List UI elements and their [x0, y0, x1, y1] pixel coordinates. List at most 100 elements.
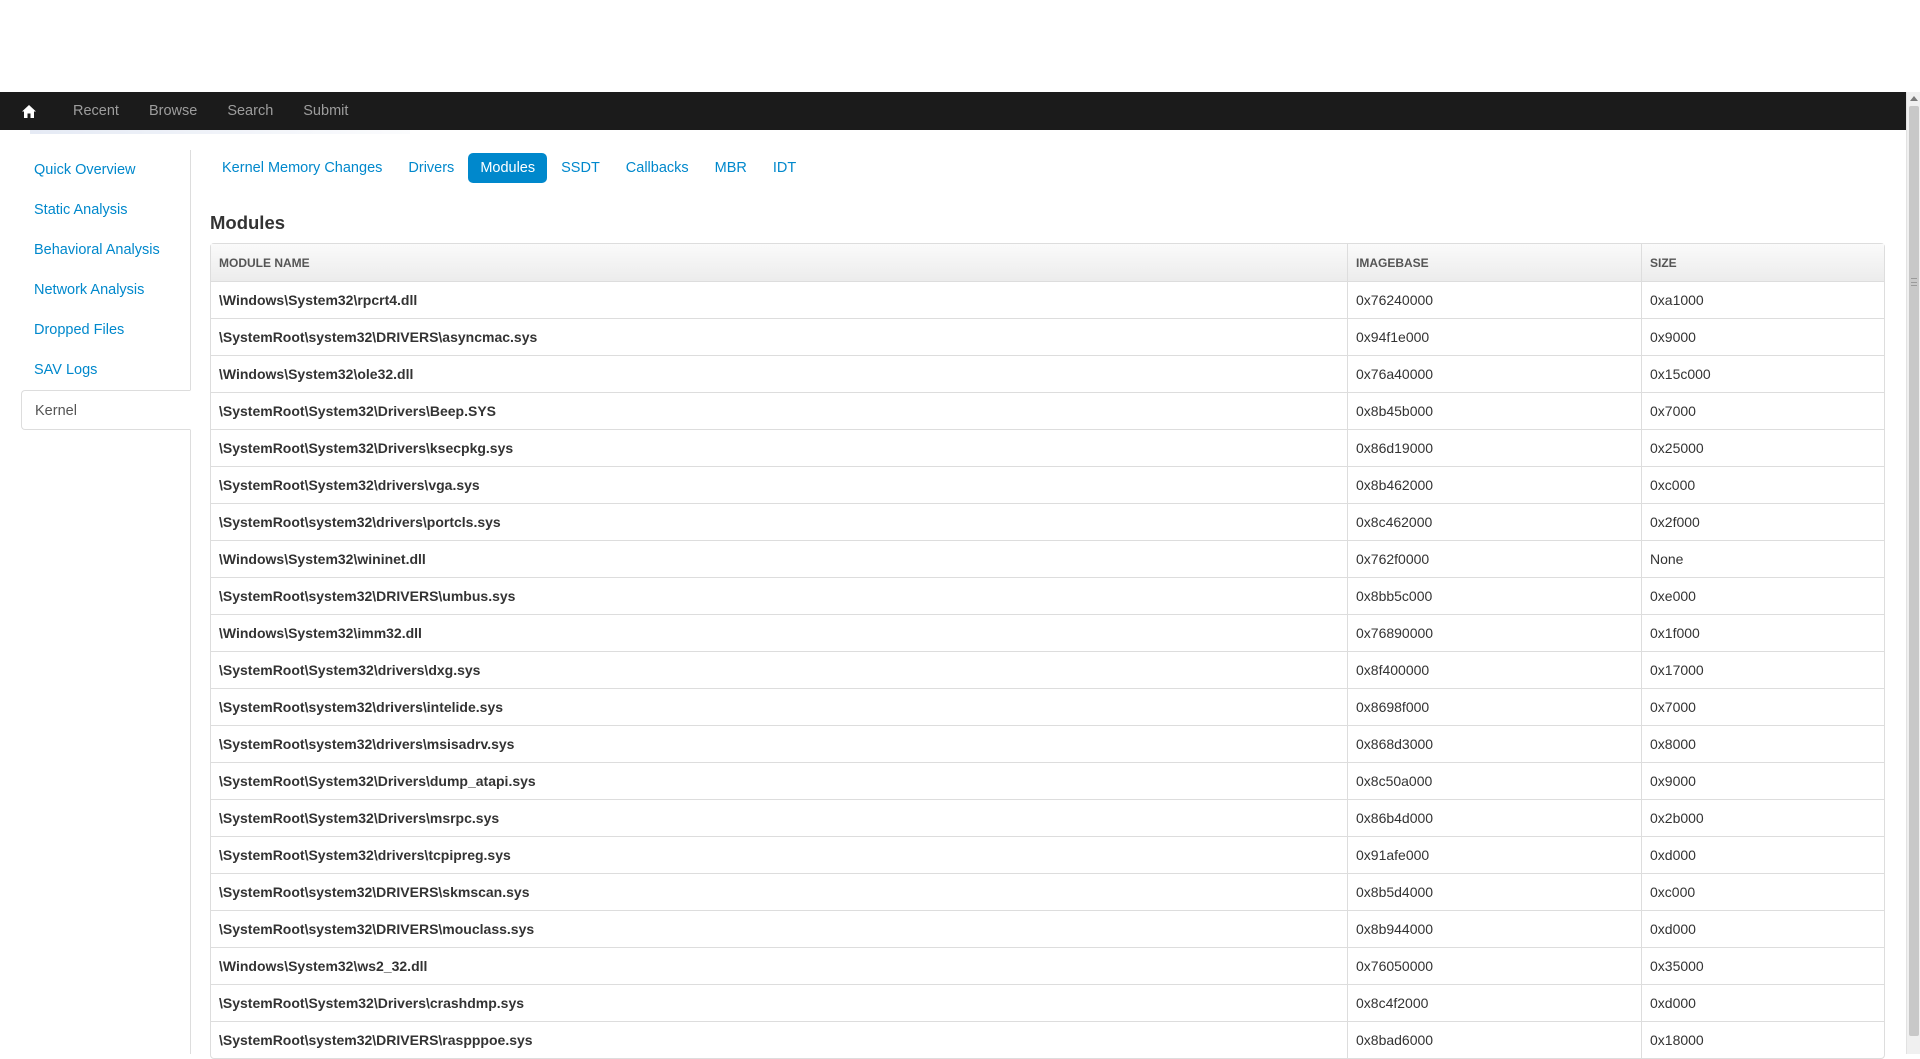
- home-icon: [22, 104, 36, 118]
- table-row: \SystemRoot\System32\Drivers\Beep.SYS 0x8…: [211, 392, 1884, 429]
- table-header-row: MODULE NAME IMAGEBASE SIZE: [211, 244, 1884, 281]
- size-cell: 0x17000: [1641, 651, 1884, 688]
- size-cell: 0x15c000: [1641, 355, 1884, 392]
- column-header-module-name[interactable]: MODULE NAME: [211, 244, 1347, 281]
- size-cell: 0xc000: [1641, 466, 1884, 503]
- tab-drivers[interactable]: Drivers: [396, 153, 466, 183]
- module-name-cell: \SystemRoot\System32\Drivers\dump_atapi.…: [211, 762, 1347, 799]
- analysis-sidebar: Quick Overview Static Analysis Behaviora…: [21, 150, 191, 1054]
- module-name-cell: \SystemRoot\System32\drivers\dxg.sys: [211, 651, 1347, 688]
- module-name-cell: \SystemRoot\System32\drivers\tcpipreg.sy…: [211, 836, 1347, 873]
- size-cell: 0x35000: [1641, 947, 1884, 984]
- scrollbar-grip-icon: [1911, 278, 1917, 286]
- size-cell: 0xd000: [1641, 910, 1884, 947]
- module-name-cell: \SystemRoot\System32\drivers\vga.sys: [211, 466, 1347, 503]
- table-row: \SystemRoot\System32\drivers\vga.sys 0x8b…: [211, 466, 1884, 503]
- table-row: \SystemRoot\System32\Drivers\dump_atapi.…: [211, 762, 1884, 799]
- table-row: \SystemRoot\system32\DRIVERS\skmscan.sys…: [211, 873, 1884, 910]
- module-name-cell: \SystemRoot\system32\DRIVERS\asyncmac.sy…: [211, 318, 1347, 355]
- imagebase-cell: 0x76240000: [1347, 281, 1641, 318]
- tab-mbr[interactable]: MBR: [703, 153, 759, 183]
- scrollbar-thumb[interactable]: [1909, 106, 1919, 1036]
- imagebase-cell: 0x8698f000: [1347, 688, 1641, 725]
- module-name-cell: \Windows\System32\ws2_32.dll: [211, 947, 1347, 984]
- module-name-cell: \Windows\System32\wininet.dll: [211, 540, 1347, 577]
- size-cell: 0x8000: [1641, 725, 1884, 762]
- size-cell: 0x1f000: [1641, 614, 1884, 651]
- main-content: Kernel Memory Changes Drivers Modules SS…: [210, 150, 1885, 1059]
- tab-ssdt[interactable]: SSDT: [549, 153, 612, 183]
- imagebase-cell: 0x76890000: [1347, 614, 1641, 651]
- size-cell: 0x9000: [1641, 318, 1884, 355]
- nav-search[interactable]: Search: [212, 92, 288, 130]
- table-row: \SystemRoot\system32\DRIVERS\umbus.sys 0x…: [211, 577, 1884, 614]
- table-row: \SystemRoot\system32\DRIVERS\mouclass.sy…: [211, 910, 1884, 947]
- section-title: Modules: [210, 212, 286, 233]
- nav-recent[interactable]: Recent: [58, 92, 134, 130]
- tab-callbacks[interactable]: Callbacks: [614, 153, 701, 183]
- imagebase-cell: 0x8b462000: [1347, 466, 1641, 503]
- module-name-cell: \SystemRoot\System32\Drivers\crashdmp.sy…: [211, 984, 1347, 1021]
- table-row: \SystemRoot\System32\Drivers\msrpc.sys 0x…: [211, 799, 1884, 836]
- imagebase-cell: 0x8c4f2000: [1347, 984, 1641, 1021]
- scroll-up-arrow-icon[interactable]: [1910, 96, 1918, 101]
- imagebase-cell: 0x94f1e000: [1347, 318, 1641, 355]
- size-cell: 0x18000: [1641, 1021, 1884, 1058]
- column-header-imagebase[interactable]: IMAGEBASE: [1347, 244, 1641, 281]
- module-name-cell: \SystemRoot\System32\Drivers\ksecpkg.sys: [211, 429, 1347, 466]
- modules-table: MODULE NAME IMAGEBASE SIZE \Windows\Syst…: [210, 243, 1885, 1059]
- module-name-cell: \SystemRoot\system32\drivers\intelide.sy…: [211, 688, 1347, 725]
- size-cell: 0x9000: [1641, 762, 1884, 799]
- sidebar-item-quick-overview[interactable]: Quick Overview: [21, 150, 190, 190]
- column-header-size[interactable]: SIZE: [1641, 244, 1884, 281]
- nav-submit[interactable]: Submit: [288, 92, 363, 130]
- modules-table-body: \Windows\System32\rpcrt4.dll 0x76240000 0x…: [211, 281, 1884, 1058]
- table-row: \Windows\System32\wininet.dll 0x762f0000 N…: [211, 540, 1884, 577]
- module-name-cell: \Windows\System32\rpcrt4.dll: [211, 281, 1347, 318]
- sidebar-item-static-analysis[interactable]: Static Analysis: [21, 190, 190, 230]
- table-row: \SystemRoot\system32\DRIVERS\asyncmac.sy…: [211, 318, 1884, 355]
- table-row: \Windows\System32\ws2_32.dll 0x76050000 0x…: [211, 947, 1884, 984]
- logo-watermark: [30, 130, 410, 134]
- sidebar-item-dropped-files[interactable]: Dropped Files: [21, 310, 190, 350]
- imagebase-cell: 0x8c50a000: [1347, 762, 1641, 799]
- table-row: \SystemRoot\System32\Drivers\ksecpkg.sys…: [211, 429, 1884, 466]
- module-name-cell: \SystemRoot\system32\DRIVERS\raspppoe.sy…: [211, 1021, 1347, 1058]
- table-row: \Windows\System32\imm32.dll 0x76890000 0x1…: [211, 614, 1884, 651]
- module-name-cell: \SystemRoot\system32\drivers\msisadrv.sy…: [211, 725, 1347, 762]
- imagebase-cell: 0x8b45b000: [1347, 392, 1641, 429]
- imagebase-cell: 0x762f0000: [1347, 540, 1641, 577]
- module-name-cell: \SystemRoot\system32\drivers\portcls.sys: [211, 503, 1347, 540]
- imagebase-cell: 0x8b5d4000: [1347, 873, 1641, 910]
- imagebase-cell: 0x8b944000: [1347, 910, 1641, 947]
- size-cell: 0xa1000: [1641, 281, 1884, 318]
- tab-modules[interactable]: Modules: [468, 153, 548, 183]
- imagebase-cell: 0x868d3000: [1347, 725, 1641, 762]
- size-cell: 0x2f000: [1641, 503, 1884, 540]
- module-name-cell: \SystemRoot\System32\Drivers\msrpc.sys: [211, 799, 1347, 836]
- nav-browse[interactable]: Browse: [134, 92, 212, 130]
- module-name-cell: \Windows\System32\ole32.dll: [211, 355, 1347, 392]
- tab-idt[interactable]: IDT: [761, 153, 808, 183]
- sidebar-item-network-analysis[interactable]: Network Analysis: [21, 270, 190, 310]
- table-row: \Windows\System32\ole32.dll 0x76a40000 0x1…: [211, 355, 1884, 392]
- kernel-tabs: Kernel Memory Changes Drivers Modules SS…: [210, 150, 1885, 186]
- sidebar-item-sav-logs[interactable]: SAV Logs: [21, 350, 190, 390]
- tab-kernel-memory-changes[interactable]: Kernel Memory Changes: [210, 153, 394, 183]
- imagebase-cell: 0x91afe000: [1347, 836, 1641, 873]
- size-cell: 0xe000: [1641, 577, 1884, 614]
- module-name-cell: \SystemRoot\System32\Drivers\Beep.SYS: [211, 392, 1347, 429]
- sidebar-item-behavioral-analysis[interactable]: Behavioral Analysis: [21, 230, 190, 270]
- imagebase-cell: 0x86b4d000: [1347, 799, 1641, 836]
- module-name-cell: \SystemRoot\system32\DRIVERS\skmscan.sys: [211, 873, 1347, 910]
- home-button[interactable]: [0, 92, 58, 130]
- table-row: \SystemRoot\system32\drivers\portcls.sys…: [211, 503, 1884, 540]
- page-scrollbar[interactable]: [1906, 92, 1920, 1054]
- table-row: \SystemRoot\system32\DRIVERS\raspppoe.sy…: [211, 1021, 1884, 1058]
- sidebar-item-kernel[interactable]: Kernel: [21, 390, 191, 430]
- module-name-cell: \SystemRoot\system32\DRIVERS\mouclass.sy…: [211, 910, 1347, 947]
- size-cell: 0xd000: [1641, 836, 1884, 873]
- imagebase-cell: 0x8bb5c000: [1347, 577, 1641, 614]
- imagebase-cell: 0x8c462000: [1347, 503, 1641, 540]
- table-row: \SystemRoot\system32\drivers\msisadrv.sy…: [211, 725, 1884, 762]
